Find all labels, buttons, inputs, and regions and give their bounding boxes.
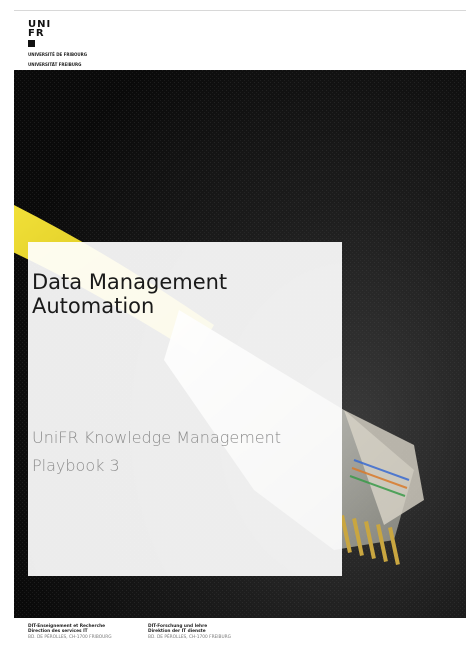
logo-square — [28, 40, 35, 47]
footer: DIT-Enseignement et Recherche Direction … — [28, 624, 458, 646]
subtitle-line-1: UniFR Knowledge Management — [32, 428, 282, 447]
subtitle-line-2: Playbook 3 — [32, 456, 120, 475]
document-title: Data Management Automation — [32, 270, 332, 318]
unifr-logo: UNI FR UNIVERSITÉ DE FRIBOURG UNIVERSITÄ… — [28, 20, 108, 67]
footer-address-fr: DIT-Enseignement et Recherche Direction … — [28, 624, 112, 640]
footer-address-de: DIT-Forschung und lehre Direktion der IT… — [148, 624, 231, 640]
logo-sub-2: UNIVERSITÄT FREIBURG — [28, 62, 82, 67]
cover-page: UNI FR UNIVERSITÉ DE FRIBOURG UNIVERSITÄ… — [0, 0, 466, 648]
title-line-2: Automation — [32, 294, 155, 318]
footer-de-line-3: BD. DE PÉROLLES, CH-1700 FREIBURG — [148, 634, 231, 640]
title-line-1: Data Management — [32, 270, 228, 294]
top-rule — [14, 10, 466, 11]
logo-line-2: FR — [28, 28, 45, 39]
footer-fr-line-3: BD. DE PÉROLLES, CH-1700 FRIBOURG — [28, 634, 112, 640]
logo-sub-1: UNIVERSITÉ DE FRIBOURG — [28, 52, 88, 57]
document-subtitle: UniFR Knowledge Management Playbook 3 — [32, 424, 332, 480]
title-box: Data Management Automation UniFR Knowled… — [28, 242, 342, 576]
